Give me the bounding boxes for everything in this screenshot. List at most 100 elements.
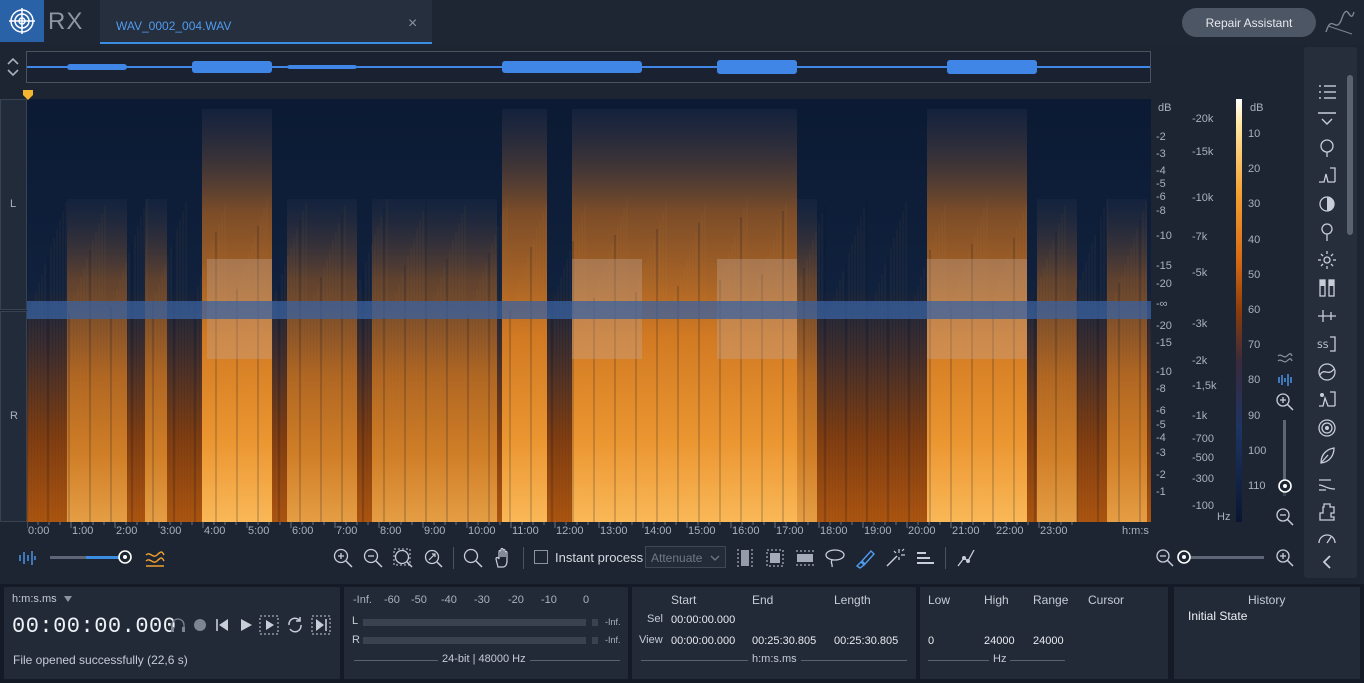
app-name: RX bbox=[48, 8, 84, 35]
view-start-value[interactable]: 00:00:00.000 bbox=[671, 635, 735, 647]
high-value[interactable]: 24000 bbox=[984, 635, 1015, 647]
vertical-zoom-handle-icon[interactable] bbox=[1277, 478, 1293, 494]
module-filter-chevron-icon[interactable] bbox=[1316, 109, 1338, 131]
waveform-opacity-icon[interactable] bbox=[16, 547, 38, 569]
meter-scale-tick: -30 bbox=[474, 594, 490, 606]
meter-scale-tick: -10 bbox=[541, 594, 557, 606]
harmonic-selection-tool-icon[interactable] bbox=[914, 547, 936, 569]
file-tab[interactable]: WAV_0002_004.WAV × bbox=[100, 0, 432, 44]
spectral-de-noise-module-icon[interactable] bbox=[1316, 417, 1338, 439]
view-end-value[interactable]: 00:25:30.805 bbox=[752, 635, 816, 647]
de-ess-module-icon[interactable]: SS bbox=[1316, 333, 1338, 355]
hz-scale-unit: Hz bbox=[1217, 511, 1231, 523]
zoom-out-icon[interactable] bbox=[362, 547, 384, 569]
skip-to-end-icon[interactable] bbox=[311, 615, 331, 635]
history-item[interactable]: Initial State bbox=[1188, 609, 1247, 623]
eq-match-module-icon[interactable] bbox=[1316, 473, 1338, 495]
hz-scale-tick: -300 bbox=[1192, 473, 1215, 485]
zoom-to-selection-icon[interactable] bbox=[392, 547, 414, 569]
colorbar bbox=[1236, 99, 1242, 522]
de-crackle-module-icon[interactable] bbox=[1316, 249, 1338, 271]
loop-icon[interactable] bbox=[285, 615, 305, 635]
frequency-selection-tool-icon[interactable] bbox=[794, 547, 816, 569]
repair-assistant-module-icon[interactable] bbox=[1316, 137, 1338, 159]
de-reverb-module-icon[interactable] bbox=[1316, 361, 1338, 383]
db-scale-tick: -1 bbox=[1156, 486, 1166, 498]
spectrogram-opacity-icon[interactable] bbox=[144, 547, 166, 569]
time-format-chevron-icon[interactable] bbox=[63, 595, 73, 603]
channel-left[interactable]: L bbox=[0, 99, 27, 310]
horizontal-zoom-handle-icon[interactable] bbox=[1176, 549, 1192, 565]
blend-slider-handle-icon[interactable] bbox=[117, 549, 133, 565]
meter-scale-tick: -Inf. bbox=[353, 594, 372, 606]
db-scale-tick: -4 bbox=[1156, 165, 1166, 177]
headphones-icon[interactable] bbox=[169, 616, 187, 634]
db-scale-tick: -3 bbox=[1156, 447, 1166, 459]
overview-burst bbox=[717, 60, 797, 74]
collapse-panel-chevron-icon[interactable] bbox=[1316, 551, 1338, 573]
playhead-marker-icon[interactable] bbox=[22, 89, 34, 101]
overview-burst bbox=[192, 61, 272, 73]
vertical-zoom-in-icon[interactable] bbox=[1275, 392, 1295, 412]
lasso-tool-icon[interactable] bbox=[824, 547, 846, 569]
view-length-value[interactable]: 00:25:30.805 bbox=[834, 635, 898, 647]
colorbar-tick: 70 bbox=[1248, 339, 1261, 351]
volume-envelope-tool-icon[interactable] bbox=[955, 547, 977, 569]
time-selection-tool-icon[interactable] bbox=[734, 547, 756, 569]
low-value[interactable]: 0 bbox=[928, 635, 934, 647]
breath-control-module-icon[interactable] bbox=[1316, 445, 1338, 467]
horizontal-zoom-out-icon[interactable] bbox=[1154, 547, 1176, 569]
waveform-view-icon[interactable] bbox=[1276, 372, 1294, 388]
module-list-icon[interactable] bbox=[1316, 81, 1338, 103]
play-selection-icon[interactable] bbox=[259, 615, 279, 635]
instant-process-checkbox[interactable] bbox=[534, 550, 548, 564]
hz-scale-tick: -10k bbox=[1192, 192, 1214, 204]
gauge-module-icon[interactable] bbox=[1316, 527, 1338, 549]
meter-scale: -Inf. -60 -50 -40 -30 -20 -10 0 bbox=[344, 594, 628, 608]
timeline-tick: 14:00 bbox=[644, 525, 672, 537]
mode-select-value: Attenuate bbox=[651, 551, 703, 565]
close-tab-icon[interactable]: × bbox=[408, 15, 417, 33]
db-scale-tick: -2 bbox=[1156, 469, 1166, 481]
time-format-label[interactable]: h:m:s.ms bbox=[12, 593, 57, 605]
timeline-tick: 12:00 bbox=[556, 525, 584, 537]
channel-right-label: R bbox=[10, 410, 18, 422]
record-icon[interactable] bbox=[193, 618, 207, 632]
spectrogram[interactable] bbox=[27, 99, 1151, 522]
zoom-in-icon[interactable] bbox=[332, 547, 354, 569]
skip-to-start-icon[interactable] bbox=[214, 617, 230, 633]
horizontal-zoom-in-icon[interactable] bbox=[1274, 547, 1296, 569]
magic-wand-tool-icon[interactable] bbox=[884, 547, 906, 569]
de-click-module-icon[interactable] bbox=[1316, 165, 1338, 187]
cursor-header: Cursor bbox=[1088, 593, 1125, 607]
overview-waveform[interactable] bbox=[26, 51, 1151, 83]
range-value[interactable]: 24000 bbox=[1033, 635, 1064, 647]
timeline-ruler bbox=[27, 522, 1073, 528]
sel-start-value[interactable]: 00:00:00.000 bbox=[671, 614, 735, 626]
instant-process-mode-select[interactable]: Attenuate bbox=[645, 546, 726, 568]
channel-right[interactable]: R bbox=[0, 311, 27, 522]
time-frequency-selection-tool-icon[interactable] bbox=[764, 547, 786, 569]
module-panel-scrollbar[interactable] bbox=[1347, 75, 1353, 235]
izotope-logo-icon[interactable] bbox=[0, 0, 44, 42]
de-hum-module-icon[interactable] bbox=[1316, 193, 1338, 215]
collapse-overview-icon[interactable] bbox=[4, 54, 22, 80]
timeline[interactable]: 0:00 1:00 2:00 3:00 4:00 5:00 6:00 7:00 8:00 9:00… bbox=[27, 522, 1151, 542]
repair-assistant-button[interactable]: Repair Assistant bbox=[1182, 8, 1316, 37]
zoom-tool-icon[interactable] bbox=[462, 547, 484, 569]
de-plosive-module-icon[interactable] bbox=[1316, 305, 1338, 327]
selection-unit-label: h:m:s.ms bbox=[748, 653, 801, 665]
zoom-fit-icon[interactable] bbox=[422, 547, 444, 569]
hz-scale-tick: -3k bbox=[1192, 318, 1208, 330]
spectrogram-waveform-blend-slider[interactable] bbox=[50, 556, 126, 559]
de-clip-module-icon[interactable] bbox=[1316, 277, 1338, 299]
vertical-zoom-out-icon[interactable] bbox=[1275, 507, 1295, 527]
brush-tool-icon[interactable] bbox=[854, 547, 876, 569]
hand-tool-icon[interactable] bbox=[492, 547, 514, 569]
play-icon[interactable] bbox=[238, 617, 254, 633]
plugin-module-icon[interactable] bbox=[1316, 501, 1338, 523]
horizontal-zoom-slider[interactable] bbox=[1184, 556, 1264, 559]
mouth-de-click-module-icon[interactable] bbox=[1316, 221, 1338, 243]
de-wind-module-icon[interactable] bbox=[1316, 389, 1338, 411]
spectrogram-view-icon[interactable] bbox=[1276, 352, 1294, 368]
